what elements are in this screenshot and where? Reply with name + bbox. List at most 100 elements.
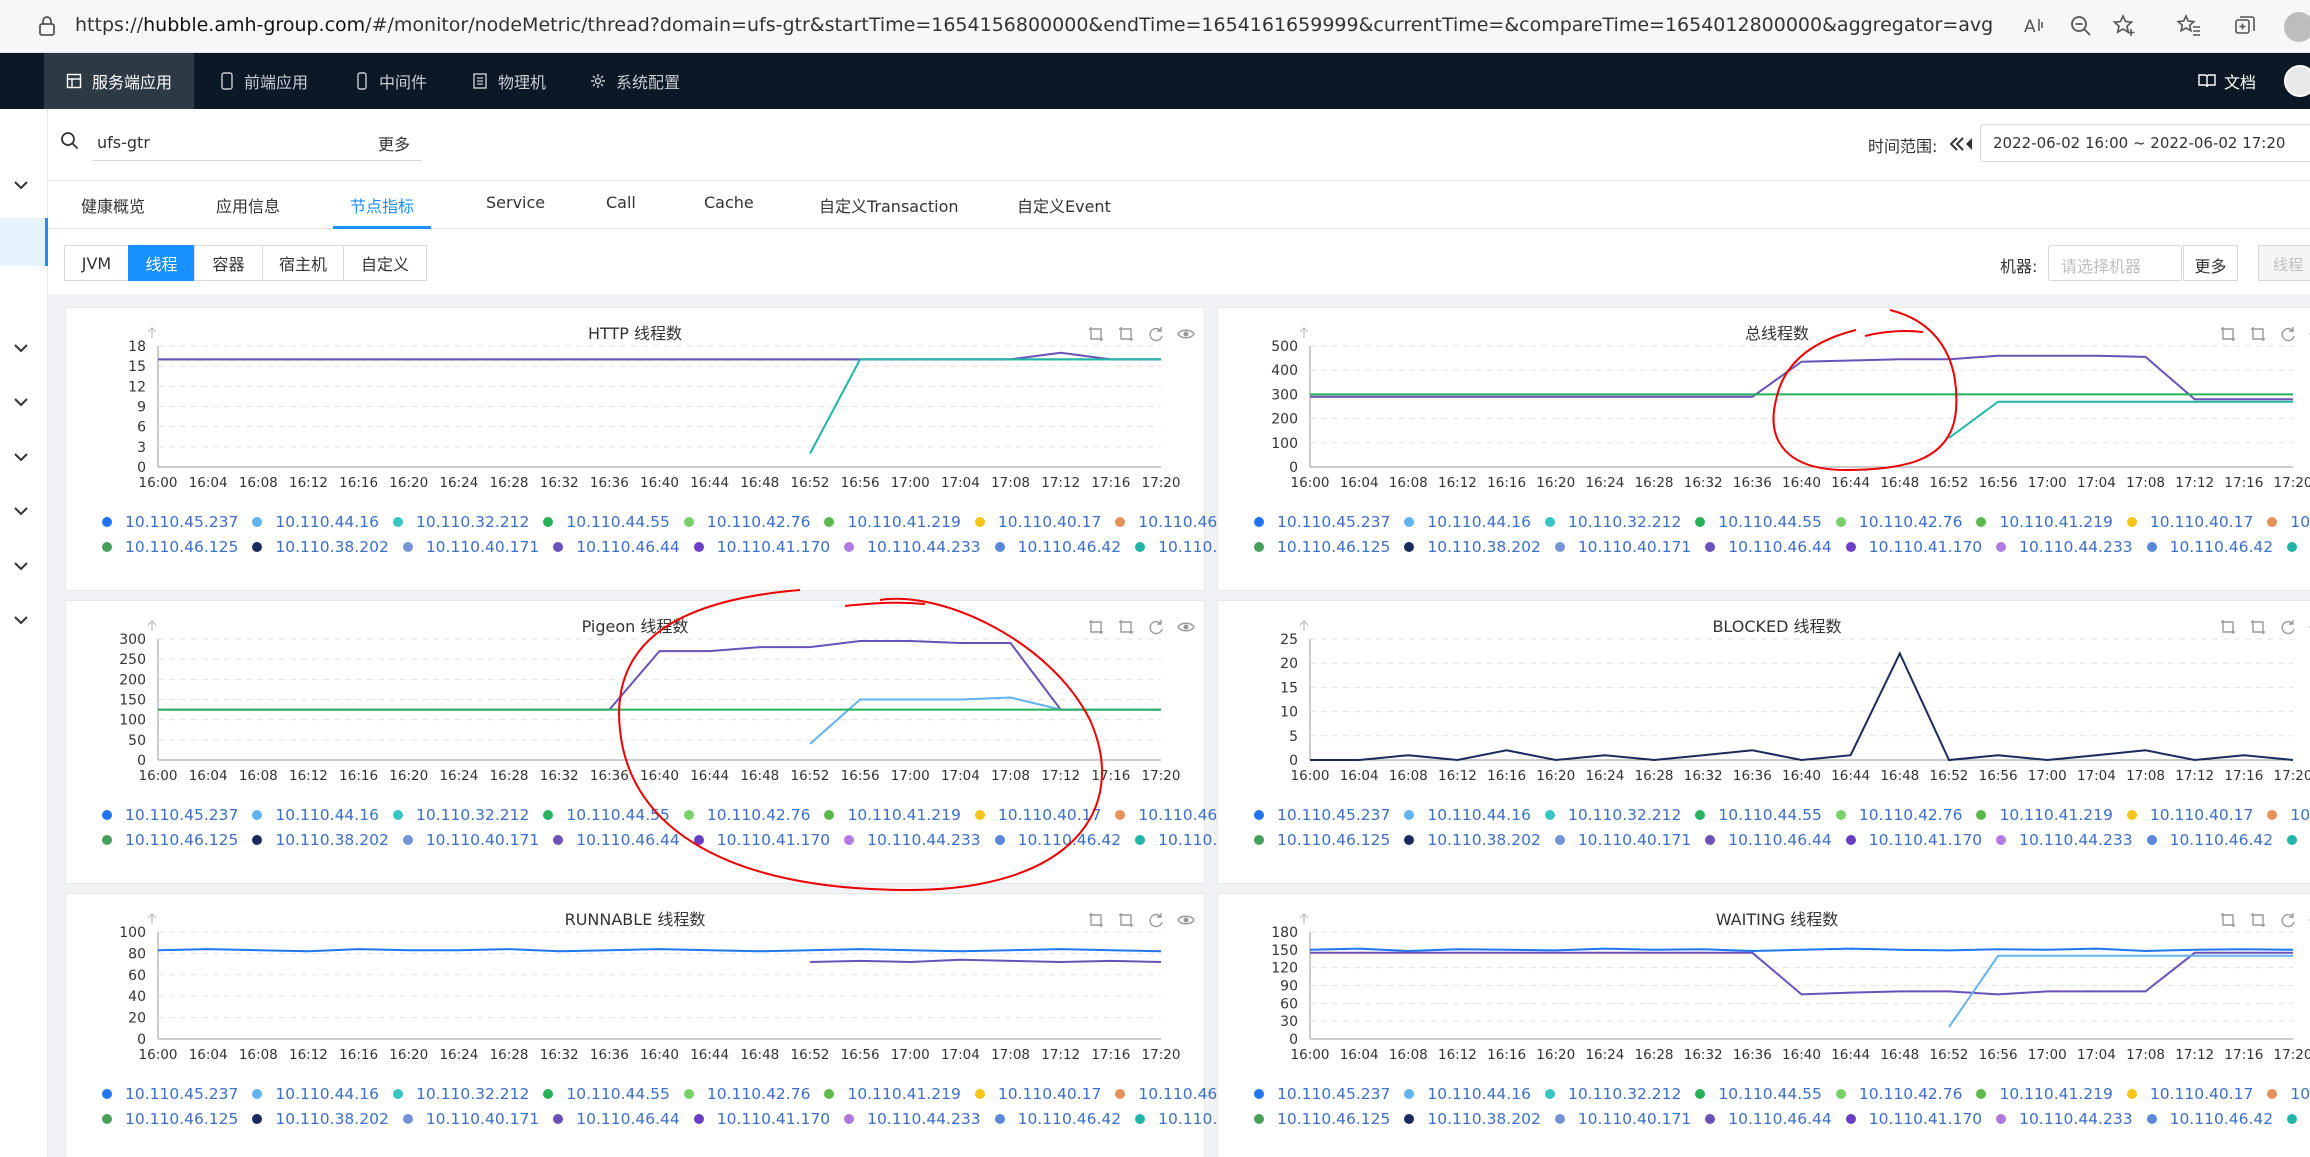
legend-item[interactable]: 10.110.44.16 <box>1404 1085 1531 1103</box>
machine-more-button[interactable]: 更多 <box>2183 245 2238 281</box>
tab-health-overview[interactable]: 健康概览 <box>81 193 145 217</box>
legend-item[interactable]: 10.110.40.17 <box>2126 1085 2253 1103</box>
nav-system-config[interactable]: 系统配置 <box>568 53 702 109</box>
legend-item[interactable]: 10.110.46.124 <box>2267 1085 2310 1103</box>
legend-item[interactable]: 10.110.46.42 <box>994 538 1121 556</box>
legend-item[interactable]: 10.110.40.17 <box>2126 513 2253 531</box>
tab-custom-event[interactable]: 自定义Event <box>1017 193 1111 217</box>
subtab-jvm[interactable]: JVM <box>64 245 129 281</box>
legend-item[interactable]: 10.110.40.171 <box>1554 538 1691 556</box>
legend-item[interactable]: 10.110.45.151 <box>2287 538 2310 556</box>
legend-item[interactable]: 10.110.45.237 <box>102 806 238 824</box>
series-line[interactable] <box>158 351 1161 361</box>
legend-item[interactable]: 10.110.46.44 <box>553 538 680 556</box>
legend-item[interactable]: 10.110.40.171 <box>1554 1110 1691 1128</box>
url-text[interactable]: https://hubble.amh-group.com/#/monitor/n… <box>75 14 1993 36</box>
tab-app-info[interactable]: 应用信息 <box>216 193 280 217</box>
user-avatar[interactable] <box>2284 65 2310 97</box>
chevron-down-icon[interactable] <box>14 615 28 625</box>
time-back-icon[interactable] <box>1950 137 1974 151</box>
search-more-button[interactable]: 更多 <box>378 131 410 155</box>
chevron-down-icon[interactable] <box>14 180 28 190</box>
legend-item[interactable]: 10.110.42.76 <box>1835 1085 1962 1103</box>
legend-item[interactable]: 10.110.41.219 <box>1976 806 2113 824</box>
tab-node-metrics[interactable]: 节点指标 <box>350 193 414 217</box>
series-line[interactable] <box>1310 651 2294 762</box>
legend-item[interactable]: 10.110.46.125 <box>102 831 238 849</box>
nav-physical-machine[interactable]: 物理机 <box>450 53 568 109</box>
legend-item[interactable]: 10.110.46.44 <box>1705 538 1832 556</box>
legend-item[interactable]: 10.110.46.44 <box>1705 831 1832 849</box>
tab-custom-transaction[interactable]: 自定义Transaction <box>819 193 959 217</box>
legend-item[interactable]: 10.110.42.76 <box>683 1085 810 1103</box>
legend-item[interactable]: 10.110.44.233 <box>1996 1110 2133 1128</box>
legend-item[interactable]: 10.110.32.212 <box>392 513 529 531</box>
legend-item[interactable]: 10.110.46.124 <box>2267 806 2310 824</box>
series-line[interactable] <box>1309 947 2294 953</box>
legend-item[interactable]: 10.110.38.202 <box>1404 538 1541 556</box>
tab-cache[interactable]: Cache <box>704 193 754 212</box>
legend-item[interactable]: 10.110.32.212 <box>1544 513 1681 531</box>
legend-item[interactable]: 10.110.41.219 <box>824 806 961 824</box>
legend-item[interactable]: 10.110.41.170 <box>693 831 830 849</box>
subtab-custom[interactable]: 自定义 <box>343 245 427 281</box>
legend-item[interactable]: 10.110.44.16 <box>1404 806 1531 824</box>
legend-item[interactable]: 10.110.45.151 <box>2287 1110 2310 1128</box>
legend-item[interactable]: 10.110.42.76 <box>1835 513 1962 531</box>
read-aloud-icon[interactable]: A <box>2022 13 2048 39</box>
legend-item[interactable]: 10.110.45.237 <box>102 513 238 531</box>
nav-server-app[interactable]: 服务端应用 <box>44 53 195 109</box>
series-line[interactable] <box>809 696 1161 745</box>
legend-item[interactable]: 10.110.46.42 <box>994 1110 1121 1128</box>
legend-item[interactable]: 10.110.40.17 <box>974 1085 1101 1103</box>
legend-item[interactable]: 10.110.44.55 <box>1695 806 1822 824</box>
favorites-icon[interactable] <box>2176 13 2202 39</box>
legend-item[interactable]: 10.110.44.55 <box>543 1085 670 1103</box>
legend-item[interactable]: 10.110.44.16 <box>252 1085 379 1103</box>
legend-item[interactable]: 10.110.40.171 <box>402 1110 539 1128</box>
legend-item[interactable]: 10.110.46.42 <box>2146 1110 2273 1128</box>
tab-service[interactable]: Service <box>486 193 545 212</box>
zoom-out-icon[interactable] <box>2068 13 2094 39</box>
legend-item[interactable]: 10.110.32.212 <box>1544 1085 1681 1103</box>
legend-item[interactable]: 10.110.44.55 <box>543 806 670 824</box>
legend-item[interactable]: 10.110.38.202 <box>1404 1110 1541 1128</box>
docs-link[interactable]: 文档 <box>2198 53 2256 109</box>
chevron-down-icon[interactable] <box>14 397 28 407</box>
legend-item[interactable]: 10.110.40.171 <box>1554 831 1691 849</box>
legend-item[interactable]: 10.110.42.76 <box>683 513 810 531</box>
chevron-down-icon[interactable] <box>14 452 28 462</box>
legend-item[interactable]: 10.110.46.42 <box>2146 831 2273 849</box>
legend-item[interactable]: 10.110.46.124 <box>2267 513 2310 531</box>
legend-item[interactable]: 10.110.45.237 <box>1254 513 1390 531</box>
legend-item[interactable]: 10.110.42.76 <box>1835 806 1962 824</box>
series-line[interactable] <box>809 958 1162 964</box>
nav-frontend-app[interactable]: 前端应用 <box>198 53 330 109</box>
legend-item[interactable]: 10.110.44.233 <box>844 1110 981 1128</box>
legend-item[interactable]: 10.110.46.125 <box>1254 831 1390 849</box>
legend-item[interactable]: 10.110.46.44 <box>553 831 680 849</box>
chevron-down-icon[interactable] <box>14 343 28 353</box>
legend-item[interactable]: 10.110.38.202 <box>252 1110 389 1128</box>
collections-icon[interactable] <box>2232 13 2258 39</box>
series-line[interactable] <box>1948 400 2293 439</box>
legend-item[interactable]: 10.110.40.171 <box>402 831 539 849</box>
tab-call[interactable]: Call <box>606 193 636 212</box>
legend-item[interactable]: 10.110.44.233 <box>1996 538 2133 556</box>
thread-button[interactable]: 线程 <box>2258 245 2310 281</box>
legend-item[interactable]: 10.110.41.170 <box>1845 831 1982 849</box>
chevron-down-icon[interactable] <box>14 561 28 571</box>
legend-item[interactable]: 10.110.41.219 <box>1976 1085 2113 1103</box>
sidebar-active-item[interactable] <box>0 218 48 266</box>
profile-avatar[interactable] <box>2284 12 2310 42</box>
legend-item[interactable]: 10.110.41.170 <box>1845 1110 1982 1128</box>
series-line[interactable] <box>1310 951 2293 996</box>
legend-item[interactable]: 10.110.46.125 <box>1254 1110 1390 1128</box>
nav-middleware[interactable]: 中间件 <box>333 53 449 109</box>
legend-item[interactable]: 10.110.44.55 <box>543 513 670 531</box>
machine-select[interactable]: 请选择机器 <box>2048 245 2182 281</box>
legend-item[interactable]: 10.110.46.44 <box>553 1110 680 1128</box>
legend-item[interactable]: 10.110.44.233 <box>844 831 981 849</box>
subtab-container[interactable]: 容器 <box>194 245 263 281</box>
legend-item[interactable]: 10.110.41.170 <box>693 538 830 556</box>
